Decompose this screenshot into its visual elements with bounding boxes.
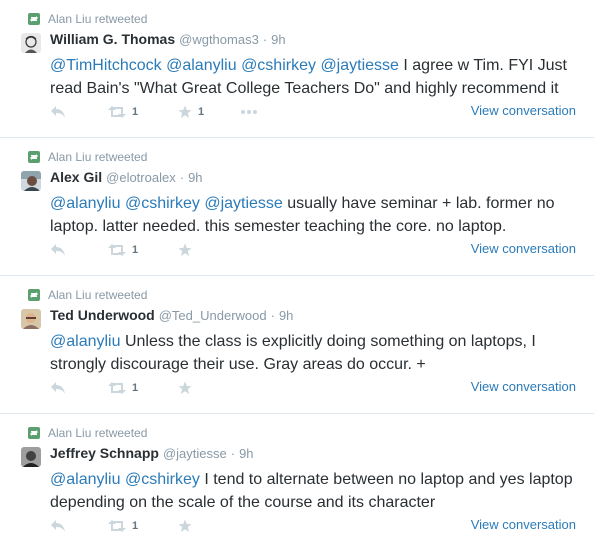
mention-link[interactable]: @alanyliu bbox=[50, 471, 121, 488]
tweet[interactable]: Alan Liu retweeted Ted Underwood @Ted_Un… bbox=[0, 276, 594, 414]
mention-link[interactable]: @alanyliu bbox=[50, 333, 121, 350]
favorite-button[interactable]: 1 bbox=[178, 104, 240, 120]
star-icon bbox=[178, 243, 192, 256]
view-conversation-link[interactable]: View conversation bbox=[471, 517, 576, 532]
tweet-text: @alanyliu @cshirkey @jaytiesse usually h… bbox=[50, 192, 582, 238]
tweet-body: Unless the class is explicitly doing som… bbox=[50, 333, 536, 373]
username[interactable]: @wgthomas3 bbox=[179, 32, 259, 47]
mention-link[interactable]: @cshirkey bbox=[125, 471, 200, 488]
mention-link[interactable]: @TimHitchcock bbox=[50, 57, 162, 74]
view-conversation-link[interactable]: View conversation bbox=[471, 241, 576, 256]
retweet-button[interactable]: 1 bbox=[108, 518, 178, 534]
avatar[interactable] bbox=[21, 447, 41, 467]
timestamp[interactable]: 9h bbox=[279, 308, 293, 323]
avatar[interactable] bbox=[21, 171, 41, 191]
more-icon bbox=[241, 110, 257, 114]
retweet-icon bbox=[28, 151, 40, 163]
tweet-header: Jeffrey Schnapp @jaytiesse · 9h bbox=[50, 445, 254, 463]
reply-icon bbox=[51, 106, 65, 118]
favorite-count: 1 bbox=[198, 106, 205, 118]
retweeted-by-label[interactable]: Alan Liu retweeted bbox=[48, 426, 147, 440]
mention-link[interactable]: @cshirkey bbox=[241, 57, 316, 74]
reply-button[interactable] bbox=[50, 380, 108, 396]
favorite-button[interactable] bbox=[178, 380, 240, 396]
reply-button[interactable] bbox=[50, 104, 108, 120]
mention-link[interactable]: @alanyliu bbox=[166, 57, 237, 74]
retweet-context: Alan Liu retweeted bbox=[28, 426, 147, 440]
separator: · bbox=[230, 446, 236, 461]
retweeted-by-label[interactable]: Alan Liu retweeted bbox=[48, 150, 147, 164]
username[interactable]: @Ted_Underwood bbox=[159, 308, 267, 323]
avatar[interactable] bbox=[21, 33, 41, 53]
favorite-button[interactable] bbox=[178, 518, 240, 534]
mention-link[interactable]: @jaytiesse bbox=[320, 57, 399, 74]
tweet-actions: 1 bbox=[50, 242, 240, 258]
mention-link[interactable]: @alanyliu bbox=[50, 195, 121, 212]
retweet-button[interactable]: 1 bbox=[108, 380, 178, 396]
tweet-header: Ted Underwood @Ted_Underwood · 9h bbox=[50, 307, 293, 325]
retweet-icon bbox=[28, 13, 40, 25]
tweet-header: William G. Thomas @wgthomas3 · 9h bbox=[50, 31, 286, 49]
retweet-button[interactable]: 1 bbox=[108, 104, 178, 120]
tweet-actions: 1 1 bbox=[50, 104, 258, 120]
tweet-text: @alanyliu @cshirkey I tend to alternate … bbox=[50, 468, 582, 514]
view-conversation-link[interactable]: View conversation bbox=[471, 103, 576, 118]
star-icon bbox=[178, 519, 192, 532]
reply-button[interactable] bbox=[50, 518, 108, 534]
mention-link[interactable]: @jaytiesse bbox=[204, 195, 283, 212]
star-icon bbox=[178, 381, 192, 394]
retweet-icon bbox=[108, 106, 126, 118]
favorite-button[interactable] bbox=[178, 242, 240, 258]
reply-icon bbox=[51, 244, 65, 256]
avatar[interactable] bbox=[21, 309, 41, 329]
tweet-actions: 1 bbox=[50, 518, 240, 534]
username[interactable]: @elotroalex bbox=[106, 170, 176, 185]
separator: · bbox=[179, 170, 185, 185]
tweet[interactable]: Alan Liu retweeted Alex Gil @elotroalex … bbox=[0, 138, 594, 276]
username[interactable]: @jaytiesse bbox=[163, 446, 227, 461]
retweet-context: Alan Liu retweeted bbox=[28, 288, 147, 302]
retweet-icon bbox=[108, 244, 126, 256]
retweet-context: Alan Liu retweeted bbox=[28, 12, 147, 26]
tweet[interactable]: Alan Liu retweeted Jeffrey Schnapp @jayt… bbox=[0, 414, 594, 544]
retweet-icon bbox=[108, 520, 126, 532]
tweet[interactable]: Alan Liu retweeted William G. Thomas @wg… bbox=[0, 0, 594, 138]
more-button[interactable] bbox=[240, 104, 258, 120]
tweet-actions: 1 bbox=[50, 380, 240, 396]
retweet-icon bbox=[108, 382, 126, 394]
tweet-header: Alex Gil @elotroalex · 9h bbox=[50, 169, 203, 187]
timeline: Alan Liu retweeted William G. Thomas @wg… bbox=[0, 0, 594, 544]
fullname[interactable]: William G. Thomas bbox=[50, 31, 175, 47]
reply-icon bbox=[51, 382, 65, 394]
fullname[interactable]: Jeffrey Schnapp bbox=[50, 445, 159, 461]
retweet-button[interactable]: 1 bbox=[108, 242, 178, 258]
star-icon bbox=[178, 105, 192, 118]
tweet-text: @alanyliu Unless the class is explicitly… bbox=[50, 330, 582, 376]
fullname[interactable]: Ted Underwood bbox=[50, 307, 155, 323]
tweet-text: @TimHitchcock @alanyliu @cshirkey @jayti… bbox=[50, 54, 582, 100]
view-conversation-link[interactable]: View conversation bbox=[471, 379, 576, 394]
retweet-count: 1 bbox=[132, 244, 139, 256]
retweet-count: 1 bbox=[132, 520, 139, 532]
retweeted-by-label[interactable]: Alan Liu retweeted bbox=[48, 12, 147, 26]
timestamp[interactable]: 9h bbox=[188, 170, 202, 185]
separator: · bbox=[262, 32, 268, 47]
retweet-icon bbox=[28, 289, 40, 301]
reply-icon bbox=[51, 520, 65, 532]
retweet-icon bbox=[28, 427, 40, 439]
retweet-count: 1 bbox=[132, 106, 139, 118]
mention-link[interactable]: @cshirkey bbox=[125, 195, 200, 212]
retweeted-by-label[interactable]: Alan Liu retweeted bbox=[48, 288, 147, 302]
reply-button[interactable] bbox=[50, 242, 108, 258]
separator: · bbox=[270, 308, 275, 323]
fullname[interactable]: Alex Gil bbox=[50, 169, 102, 185]
timestamp[interactable]: 9h bbox=[271, 32, 285, 47]
retweet-count: 1 bbox=[132, 382, 139, 394]
retweet-context: Alan Liu retweeted bbox=[28, 150, 147, 164]
timestamp[interactable]: 9h bbox=[239, 446, 253, 461]
